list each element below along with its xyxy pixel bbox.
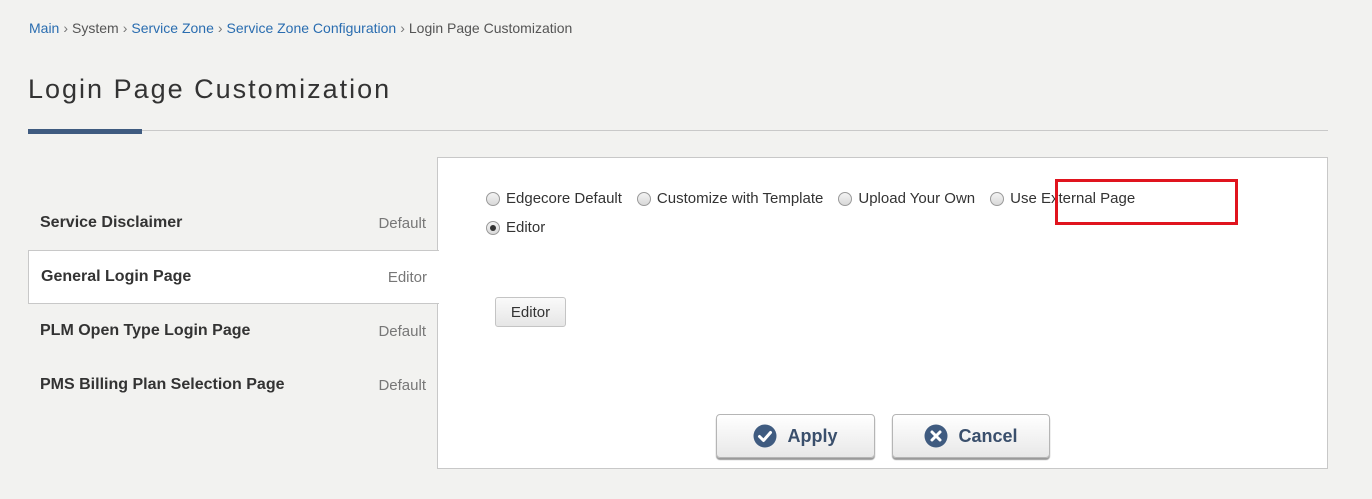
sidebar-item-label: Service Disclaimer [40,214,183,231]
apply-button-label: Apply [787,425,838,446]
breadcrumb-current: Login Page Customization [408,20,573,36]
breadcrumb-service-zone-configuration-link[interactable]: Service Zone Configuration [227,20,397,36]
radio-button-checked-icon[interactable] [486,220,500,235]
login-type-options: Edgecore Default Customize with Template… [486,190,1150,207]
sidebar-item-label: PMS Billing Plan Selection Page [40,376,285,393]
sidebar-item-general-login-page[interactable]: General Login Page Editor [28,250,439,304]
radio-button-icon[interactable] [486,191,500,206]
apply-button[interactable]: Apply [716,414,875,458]
breadcrumb-separator: › [217,20,223,36]
sidebar-item-label: General Login Page [41,268,192,285]
radio-label: Editor [506,219,546,236]
sidebar-item-service-disclaimer[interactable]: Service Disclaimer Default [28,196,438,250]
breadcrumb-system: System [72,20,119,36]
sidebar-item-value: Default [378,376,426,394]
radio-customize-with-template[interactable]: Customize with Template [636,190,824,207]
radio-upload-your-own[interactable]: Upload Your Own [838,190,975,207]
page-title: Login Page Customization [28,74,392,104]
sidebar-item-pms-billing-plan-selection-page[interactable]: PMS Billing Plan Selection Page Default [28,358,438,412]
sidebar-item-value: Default [378,322,426,340]
sidebar-item-value: Default [378,214,426,232]
radio-edgecore-default[interactable]: Edgecore Default [486,190,622,207]
breadcrumb-separator: › [122,20,128,36]
radio-label: Edgecore Default [506,190,622,207]
breadcrumb: Main › System › Service Zone › Service Zone Co… [29,20,572,36]
radio-label: Customize with Template [656,190,824,207]
breadcrumb-main-link[interactable]: Main [29,20,59,36]
sidebar-item-plm-open-type-login-page[interactable]: PLM Open Type Login Page Default [28,304,438,358]
sidebar-item-value: Editor [387,268,427,286]
content-panel: Edgecore Default Customize with Template… [437,157,1328,469]
radio-editor[interactable]: Editor [486,219,545,236]
title-accent-bar [28,129,142,134]
sidebar: Service Disclaimer Default General Login… [28,196,439,412]
title-divider [28,130,1328,131]
editor-button[interactable]: Editor [495,297,566,327]
sidebar-item-label: PLM Open Type Login Page [40,322,251,339]
cancel-button-label: Cancel [958,425,1018,446]
highlight-annotation-box [1055,179,1238,225]
radio-label: Upload Your Own [858,190,976,207]
radio-button-icon[interactable] [990,191,1005,206]
breadcrumb-separator: › [400,20,405,36]
login-type-options-row-2: Editor [486,219,560,236]
breadcrumb-service-zone-link[interactable]: Service Zone [131,20,213,36]
breadcrumb-separator: › [63,20,69,36]
x-circle-icon [924,424,948,448]
check-circle-icon [753,424,777,448]
cancel-button[interactable]: Cancel [892,414,1050,458]
radio-button-icon[interactable] [636,191,651,206]
radio-button-icon[interactable] [838,191,853,206]
